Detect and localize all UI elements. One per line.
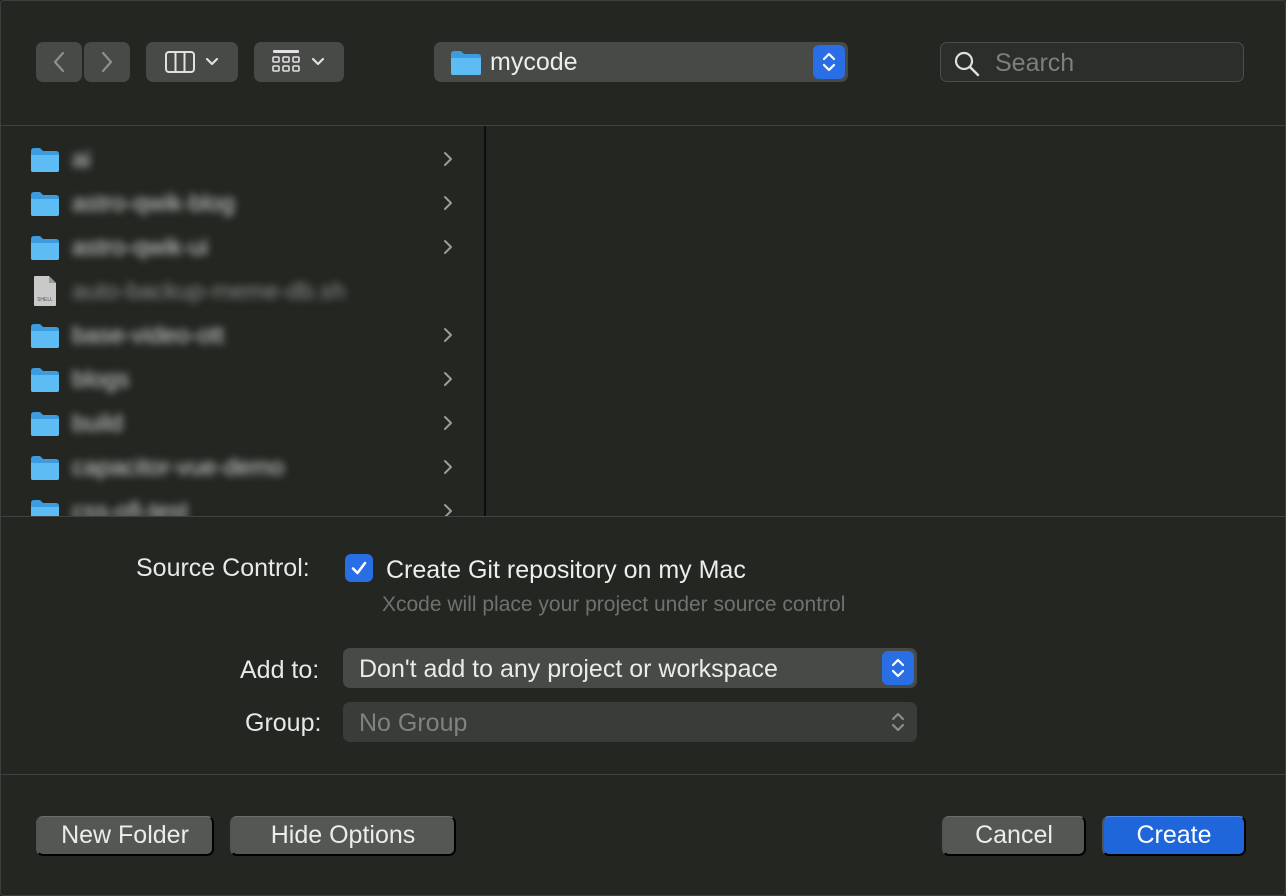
git-hint-text: Xcode will place your project under sour… [382, 593, 846, 616]
folder-icon [30, 499, 60, 516]
view-mode-button[interactable] [146, 42, 238, 82]
folder-icon [30, 455, 60, 486]
search-icon [954, 51, 980, 77]
hide-options-button[interactable]: Hide Options [230, 816, 456, 856]
group-popup: No Group [343, 702, 917, 742]
forward-button[interactable] [84, 42, 130, 82]
svg-text:SHELL: SHELL [37, 297, 53, 303]
git-checkbox-label[interactable]: Create Git repository on my Mac [386, 556, 746, 585]
back-button[interactable] [36, 42, 82, 82]
file-browser: ai astro-qwik-blog astro-qwik-ui SHELL auto-… [0, 126, 1286, 516]
toolbar: mycode [0, 0, 1286, 124]
group-value: No Group [359, 709, 468, 737]
browser-divider [0, 516, 1286, 517]
search-input[interactable] [993, 47, 1237, 79]
group-stepper [882, 705, 914, 739]
column-resize-handle[interactable] [484, 126, 486, 516]
add-to-popup[interactable]: Don't add to any project or workspace [343, 648, 917, 688]
browser-item-name: base-video-ott [72, 322, 225, 349]
chevron-right-icon [442, 150, 454, 173]
chevron-right-icon [442, 414, 454, 437]
location-stepper[interactable] [813, 45, 845, 79]
chevron-right-icon [442, 326, 454, 349]
add-to-value: Don't add to any project or workspace [359, 655, 778, 683]
browser-row[interactable]: astro-qwik-blog [0, 181, 484, 225]
browser-item-name: auto-backup-meme-db.sh [72, 278, 346, 305]
new-folder-button[interactable]: New Folder [36, 816, 214, 856]
chevron-right-icon [442, 502, 454, 516]
options-divider [0, 774, 1286, 775]
group-button[interactable] [254, 42, 344, 82]
folder-icon [30, 191, 60, 222]
location-label: mycode [490, 48, 578, 76]
chevron-right-icon [442, 458, 454, 481]
search-field[interactable] [940, 42, 1244, 82]
browser-row[interactable]: astro-qwik-ui [0, 225, 484, 269]
chevron-right-icon [101, 51, 113, 73]
source-control-label: Source Control: [136, 554, 310, 582]
add-to-label: Add to: [240, 656, 320, 684]
browser-item-name: css-ofi-test [72, 498, 189, 516]
browser-item-name: astro-qwik-blog [72, 190, 235, 217]
browser-item-name: astro-qwik-ui [72, 234, 209, 261]
browser-row[interactable]: ai [0, 137, 484, 181]
browser-row[interactable]: build [0, 401, 484, 445]
folder-icon [451, 51, 481, 75]
columns-view-icon [165, 51, 219, 73]
chevron-right-icon [442, 194, 454, 217]
browser-item-name: capacitor-vue-demo [72, 454, 285, 481]
add-to-stepper[interactable] [882, 651, 914, 685]
folder-icon [30, 323, 60, 354]
browser-row[interactable]: blogs [0, 357, 484, 401]
group-label: Group: [245, 709, 322, 737]
folder-icon [30, 147, 60, 178]
up-down-chevron-icon [822, 52, 836, 72]
cancel-button[interactable]: Cancel [942, 816, 1086, 856]
browser-item-name: blogs [72, 366, 130, 393]
chevron-right-icon [442, 238, 454, 261]
folder-icon [30, 235, 60, 266]
chevron-right-icon [442, 370, 454, 393]
location-popup[interactable]: mycode [434, 42, 848, 82]
folder-icon [30, 367, 60, 398]
grid-view-icon [272, 50, 325, 72]
browser-row[interactable]: capacitor-vue-demo [0, 445, 484, 489]
checkmark-icon [351, 561, 367, 575]
browser-column[interactable]: ai astro-qwik-blog astro-qwik-ui SHELL auto-… [0, 126, 484, 516]
browser-row[interactable]: SHELL auto-backup-meme-db.sh [0, 269, 484, 313]
up-down-chevron-icon [891, 658, 905, 678]
folder-icon [30, 411, 60, 442]
browser-item-name: build [72, 410, 123, 437]
browser-row[interactable]: base-video-ott [0, 313, 484, 357]
browser-row[interactable]: css-ofi-test [0, 489, 484, 516]
git-checkbox[interactable] [345, 554, 373, 582]
create-button[interactable]: Create [1102, 816, 1246, 856]
chevron-left-icon [53, 51, 65, 73]
shell-file-icon: SHELL [32, 275, 58, 312]
browser-item-name: ai [72, 146, 91, 173]
up-down-chevron-icon [891, 712, 905, 732]
